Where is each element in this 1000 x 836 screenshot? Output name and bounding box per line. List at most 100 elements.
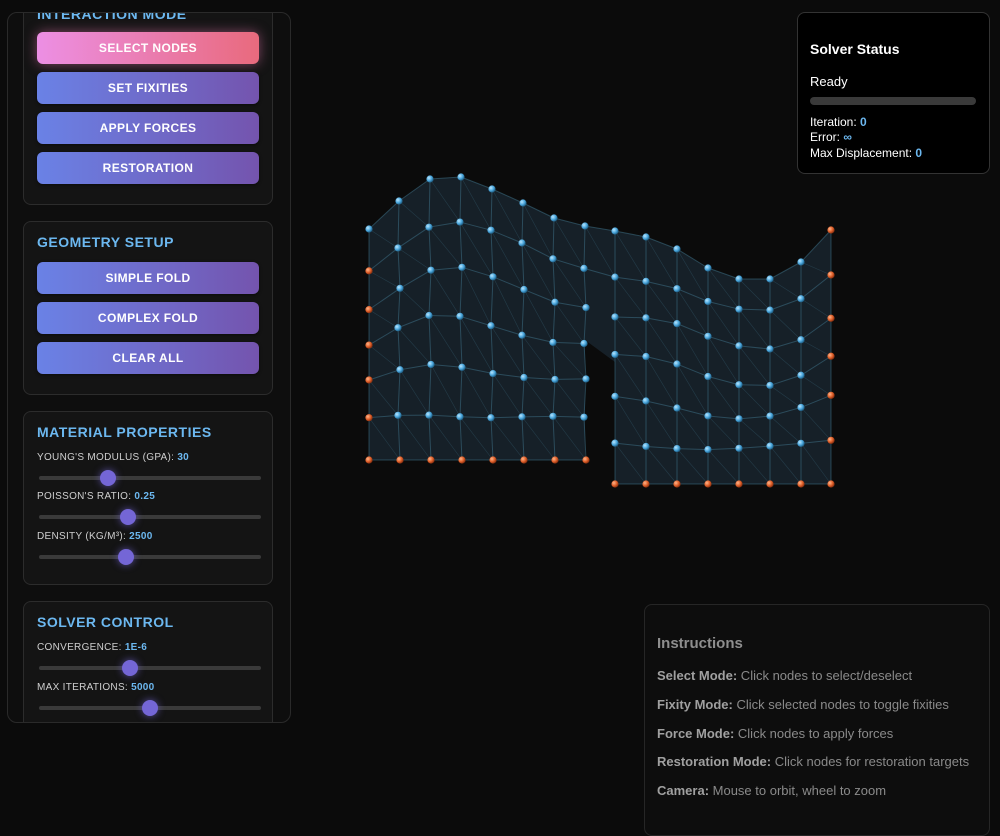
complex-fold-button[interactable]: COMPLEX FOLD	[37, 302, 259, 334]
free-node[interactable]	[487, 227, 494, 234]
free-node[interactable]	[487, 322, 494, 329]
free-node[interactable]	[487, 414, 494, 421]
free-node[interactable]	[642, 353, 649, 360]
youngs-modulus-thumb[interactable]	[100, 470, 116, 486]
fixed-node[interactable]	[365, 376, 372, 383]
free-node[interactable]	[489, 370, 496, 377]
fixed-node[interactable]	[827, 353, 834, 360]
apply-forces-button[interactable]: APPLY FORCES	[37, 112, 259, 144]
free-node[interactable]	[549, 255, 556, 262]
free-node[interactable]	[394, 324, 401, 331]
fixed-node[interactable]	[797, 480, 804, 487]
fixed-node[interactable]	[427, 456, 434, 463]
free-node[interactable]	[704, 446, 711, 453]
density-slider[interactable]	[39, 555, 261, 559]
fixed-node[interactable]	[827, 315, 834, 322]
restoration-button[interactable]: RESTORATION	[37, 152, 259, 184]
free-node[interactable]	[766, 443, 773, 450]
free-node[interactable]	[766, 412, 773, 419]
free-node[interactable]	[797, 404, 804, 411]
free-node[interactable]	[456, 413, 463, 420]
free-node[interactable]	[673, 320, 680, 327]
free-node[interactable]	[425, 412, 432, 419]
max-iterations-thumb[interactable]	[142, 700, 158, 716]
youngs-modulus-slider[interactable]	[39, 476, 261, 480]
fixed-node[interactable]	[458, 456, 465, 463]
free-node[interactable]	[456, 313, 463, 320]
select-nodes-button[interactable]: SELECT NODES	[37, 32, 259, 64]
free-node[interactable]	[735, 445, 742, 452]
set-fixities-button[interactable]: SET FIXITIES	[37, 72, 259, 104]
free-node[interactable]	[551, 299, 558, 306]
free-node[interactable]	[704, 412, 711, 419]
free-node[interactable]	[518, 239, 525, 246]
fixed-node[interactable]	[396, 456, 403, 463]
convergence-slider[interactable]	[39, 666, 261, 670]
fixed-node[interactable]	[582, 456, 589, 463]
free-node[interactable]	[549, 339, 556, 346]
fixed-node[interactable]	[611, 480, 618, 487]
free-node[interactable]	[611, 351, 618, 358]
free-node[interactable]	[735, 415, 742, 422]
free-node[interactable]	[396, 366, 403, 373]
free-node[interactable]	[642, 443, 649, 450]
free-node[interactable]	[797, 440, 804, 447]
free-node[interactable]	[488, 185, 495, 192]
free-node[interactable]	[580, 414, 587, 421]
fixed-node[interactable]	[551, 456, 558, 463]
simple-fold-button[interactable]: SIMPLE FOLD	[37, 262, 259, 294]
fixed-node[interactable]	[827, 392, 834, 399]
free-node[interactable]	[735, 342, 742, 349]
free-node[interactable]	[611, 313, 618, 320]
free-node[interactable]	[550, 214, 557, 221]
free-node[interactable]	[642, 314, 649, 321]
free-node[interactable]	[704, 298, 711, 305]
free-node[interactable]	[580, 265, 587, 272]
free-node[interactable]	[365, 225, 372, 232]
free-node[interactable]	[642, 233, 649, 240]
free-node[interactable]	[520, 374, 527, 381]
fixed-node[interactable]	[365, 414, 372, 421]
free-node[interactable]	[704, 264, 711, 271]
fixed-node[interactable]	[827, 437, 834, 444]
fixed-node[interactable]	[520, 456, 527, 463]
free-node[interactable]	[797, 372, 804, 379]
free-node[interactable]	[551, 376, 558, 383]
free-node[interactable]	[611, 440, 618, 447]
free-node[interactable]	[797, 336, 804, 343]
fixed-node[interactable]	[766, 480, 773, 487]
free-node[interactable]	[735, 275, 742, 282]
fixed-node[interactable]	[489, 456, 496, 463]
poissons-ratio-thumb[interactable]	[120, 509, 136, 525]
free-node[interactable]	[580, 340, 587, 347]
free-node[interactable]	[797, 295, 804, 302]
free-node[interactable]	[611, 274, 618, 281]
free-node[interactable]	[427, 361, 434, 368]
free-node[interactable]	[611, 393, 618, 400]
fixed-node[interactable]	[365, 306, 372, 313]
free-node[interactable]	[458, 264, 465, 271]
fixed-node[interactable]	[673, 480, 680, 487]
free-node[interactable]	[425, 224, 432, 231]
free-node[interactable]	[673, 360, 680, 367]
free-node[interactable]	[549, 413, 556, 420]
free-node[interactable]	[704, 373, 711, 380]
free-node[interactable]	[704, 333, 711, 340]
poissons-ratio-slider[interactable]	[39, 515, 261, 519]
free-node[interactable]	[518, 332, 525, 339]
free-node[interactable]	[673, 245, 680, 252]
fixed-node[interactable]	[365, 456, 372, 463]
free-node[interactable]	[520, 286, 527, 293]
free-node[interactable]	[458, 364, 465, 371]
fixed-node[interactable]	[365, 267, 372, 274]
free-node[interactable]	[518, 413, 525, 420]
max-iterations-slider[interactable]	[39, 706, 261, 710]
free-node[interactable]	[766, 307, 773, 314]
free-node[interactable]	[426, 175, 433, 182]
free-node[interactable]	[489, 273, 496, 280]
convergence-thumb[interactable]	[122, 660, 138, 676]
free-node[interactable]	[611, 227, 618, 234]
free-node[interactable]	[735, 381, 742, 388]
free-node[interactable]	[394, 244, 401, 251]
clear-all-button[interactable]: CLEAR ALL	[37, 342, 259, 374]
